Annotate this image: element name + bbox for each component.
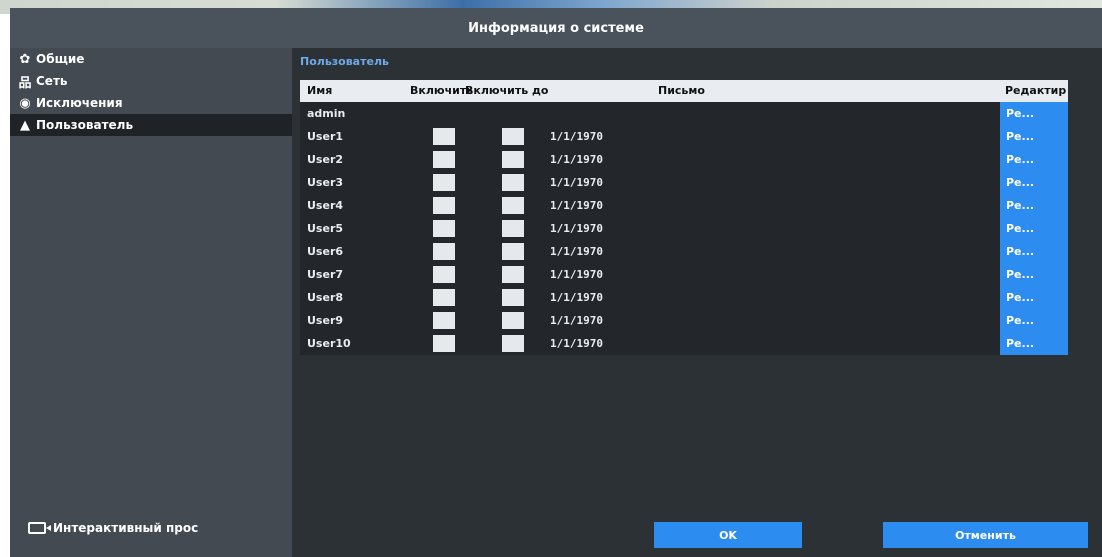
user-name: User5: [307, 222, 344, 235]
enable-checkbox[interactable]: [433, 335, 455, 352]
enable-checkbox[interactable]: [433, 128, 455, 145]
table-row: User2 1/1/1970 Pe...: [300, 148, 1068, 171]
sidebar-item-label: Исключения: [36, 96, 123, 110]
edit-button[interactable]: Pe...: [1000, 217, 1068, 240]
table-row: User7 1/1/1970 Pe...: [300, 263, 1068, 286]
sidebar-item-1[interactable]: 品 Сеть: [10, 70, 292, 92]
user-name: User10: [307, 337, 351, 350]
user-name: User8: [307, 291, 344, 304]
edit-button[interactable]: Pe...: [1000, 194, 1068, 217]
enable-until-checkbox[interactable]: [502, 220, 524, 237]
edit-button[interactable]: Pe...: [1000, 240, 1068, 263]
user-name: User3: [307, 176, 344, 189]
user-name: User4: [307, 199, 344, 212]
enable-checkbox[interactable]: [433, 243, 455, 260]
sidebar-item-label: Сеть: [36, 74, 68, 88]
warning-icon: ▲: [20, 117, 30, 133]
table-row: User10 1/1/1970 Pe...: [300, 332, 1068, 355]
enable-checkbox[interactable]: [433, 151, 455, 168]
edit-button[interactable]: Pe...: [1000, 286, 1068, 309]
user-name: User6: [307, 245, 344, 258]
live-view-label: Интерактивный прос: [53, 521, 199, 535]
table-row: User9 1/1/1970 Pe...: [300, 309, 1068, 332]
section-title: Пользователь: [300, 55, 389, 68]
enable-checkbox[interactable]: [433, 289, 455, 306]
live-view-link[interactable]: Интерактивный прос: [28, 521, 198, 535]
edit-button[interactable]: Pe...: [1000, 148, 1068, 171]
enable-until-date: 1/1/1970: [550, 268, 603, 281]
enable-until-date: 1/1/1970: [550, 245, 603, 258]
enable-until-date: 1/1/1970: [550, 291, 603, 304]
enable-until-checkbox[interactable]: [502, 197, 524, 214]
enable-until-date: 1/1/1970: [550, 176, 603, 189]
enable-until-checkbox[interactable]: [502, 266, 524, 283]
table-row: User6 1/1/1970 Pe...: [300, 240, 1068, 263]
edit-button[interactable]: Pe...: [1000, 263, 1068, 286]
table-row: User1 1/1/1970 Pe...: [300, 125, 1068, 148]
sidebar-item-2[interactable]: ◉ Исключения: [10, 92, 292, 114]
enable-checkbox[interactable]: [433, 174, 455, 191]
window-title: Информация о системе: [468, 20, 644, 36]
user-name: User9: [307, 314, 344, 327]
table-row: admin Pe...: [300, 102, 1068, 125]
enable-until-date: 1/1/1970: [550, 153, 603, 166]
table-row: User3 1/1/1970 Pe...: [300, 171, 1068, 194]
user-name: admin: [307, 107, 346, 120]
sidebar-item-label: Пользователь: [36, 118, 134, 132]
gear-icon: ✿: [19, 51, 31, 67]
cancel-button[interactable]: Отменить: [883, 522, 1088, 548]
enable-checkbox[interactable]: [433, 197, 455, 214]
enable-checkbox[interactable]: [433, 312, 455, 329]
header-enable-until: Включить до: [465, 84, 549, 97]
enable-until-date: 1/1/1970: [550, 199, 603, 212]
eye-icon: ◉: [19, 95, 31, 111]
enable-until-checkbox[interactable]: [502, 243, 524, 260]
header-name: Имя: [307, 84, 333, 97]
user-name: User7: [307, 268, 344, 281]
user-name: User1: [307, 130, 344, 143]
edit-button[interactable]: Pe...: [1000, 332, 1068, 355]
enable-until-checkbox[interactable]: [502, 151, 524, 168]
header-enable: Включить: [410, 84, 474, 97]
edit-button[interactable]: Pe...: [1000, 309, 1068, 332]
table-row: User8 1/1/1970 Pe...: [300, 286, 1068, 309]
enable-until-checkbox[interactable]: [502, 174, 524, 191]
table-row: User5 1/1/1970 Pe...: [300, 217, 1068, 240]
enable-until-date: 1/1/1970: [550, 222, 603, 235]
enable-until-date: 1/1/1970: [550, 337, 603, 350]
sidebar-item-label: Общие: [36, 52, 85, 66]
edit-button[interactable]: Pe...: [1000, 102, 1068, 125]
enable-until-date: 1/1/1970: [550, 314, 603, 327]
window-titlebar: Информация о системе: [10, 8, 1102, 48]
enable-checkbox[interactable]: [433, 220, 455, 237]
user-name: User2: [307, 153, 344, 166]
sidebar-item-0[interactable]: ✿ Общие: [10, 48, 292, 70]
ok-button[interactable]: OK: [654, 522, 802, 548]
enable-checkbox[interactable]: [433, 266, 455, 283]
enable-until-checkbox[interactable]: [502, 289, 524, 306]
table-header: Имя Включить Включить до Письмо Редактир: [300, 80, 1068, 102]
header-edit: Редактир: [1005, 84, 1067, 97]
camera-icon: [28, 522, 51, 534]
sidebar-nav: ✿ Общие 品 Сеть ◉ Исключения ▲ Пользователь: [10, 48, 292, 136]
table-body: admin Pe... User1 1/1/1970 Pe... User2 1/1/197…: [300, 102, 1068, 355]
edit-button[interactable]: Pe...: [1000, 125, 1068, 148]
system-info-dialog: Информация о системе ✿ Общие 品 Сеть ◉ Исключе…: [10, 8, 1102, 557]
network-icon: 品: [18, 75, 32, 91]
table-row: User4 1/1/1970 Pe...: [300, 194, 1068, 217]
edit-button[interactable]: Pe...: [1000, 171, 1068, 194]
users-table: Имя Включить Включить до Письмо Редактир…: [300, 80, 1068, 355]
enable-until-checkbox[interactable]: [502, 128, 524, 145]
enable-until-checkbox[interactable]: [502, 335, 524, 352]
enable-until-date: 1/1/1970: [550, 130, 603, 143]
header-email: Письмо: [658, 84, 705, 97]
enable-until-checkbox[interactable]: [502, 312, 524, 329]
sidebar: ✿ Общие 品 Сеть ◉ Исключения ▲ Пользователь Инте…: [10, 48, 292, 557]
sidebar-item-3[interactable]: ▲ Пользователь: [10, 114, 292, 136]
